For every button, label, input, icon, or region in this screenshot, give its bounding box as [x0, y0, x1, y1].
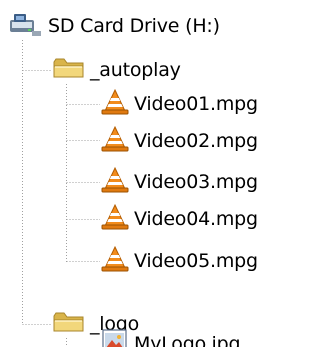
removable-drive-icon: [8, 11, 44, 41]
tree-node-drive[interactable]: SD Card Drive (H:): [8, 12, 220, 40]
file-label: Video01.mpg: [134, 93, 258, 115]
vlc-cone-icon: [100, 166, 130, 198]
tree-node-file-video02[interactable]: Video02.mpg: [100, 125, 258, 157]
file-label: Video05.mpg: [134, 250, 258, 272]
folder-icon: [52, 310, 86, 338]
tree-node-file-video05[interactable]: Video05.mpg: [100, 245, 258, 277]
file-label: Video04.mpg: [134, 208, 258, 230]
vlc-cone-icon: [100, 245, 130, 277]
folder-label: _autoplay: [90, 59, 181, 81]
file-label: MyLogo.jpg: [134, 333, 241, 347]
tree-node-file-video01[interactable]: Video01.mpg: [100, 88, 258, 120]
image-file-icon: [100, 328, 130, 347]
folder-icon: [52, 56, 86, 84]
drive-label: SD Card Drive (H:): [48, 15, 220, 37]
vlc-cone-icon: [100, 88, 130, 120]
file-label: Video03.mpg: [134, 171, 258, 193]
tree-node-folder-autoplay[interactable]: _autoplay: [52, 56, 181, 84]
tree-node-file-mylogo[interactable]: MyLogo.jpg: [100, 328, 241, 347]
file-label: Video02.mpg: [134, 130, 258, 152]
folder-tree: SD Card Drive (H:) _autoplay Video01.mpg: [0, 0, 280, 347]
vlc-cone-icon: [100, 125, 130, 157]
vlc-cone-icon: [100, 203, 130, 235]
tree-node-file-video03[interactable]: Video03.mpg: [100, 166, 258, 198]
tree-node-file-video04[interactable]: Video04.mpg: [100, 203, 258, 235]
